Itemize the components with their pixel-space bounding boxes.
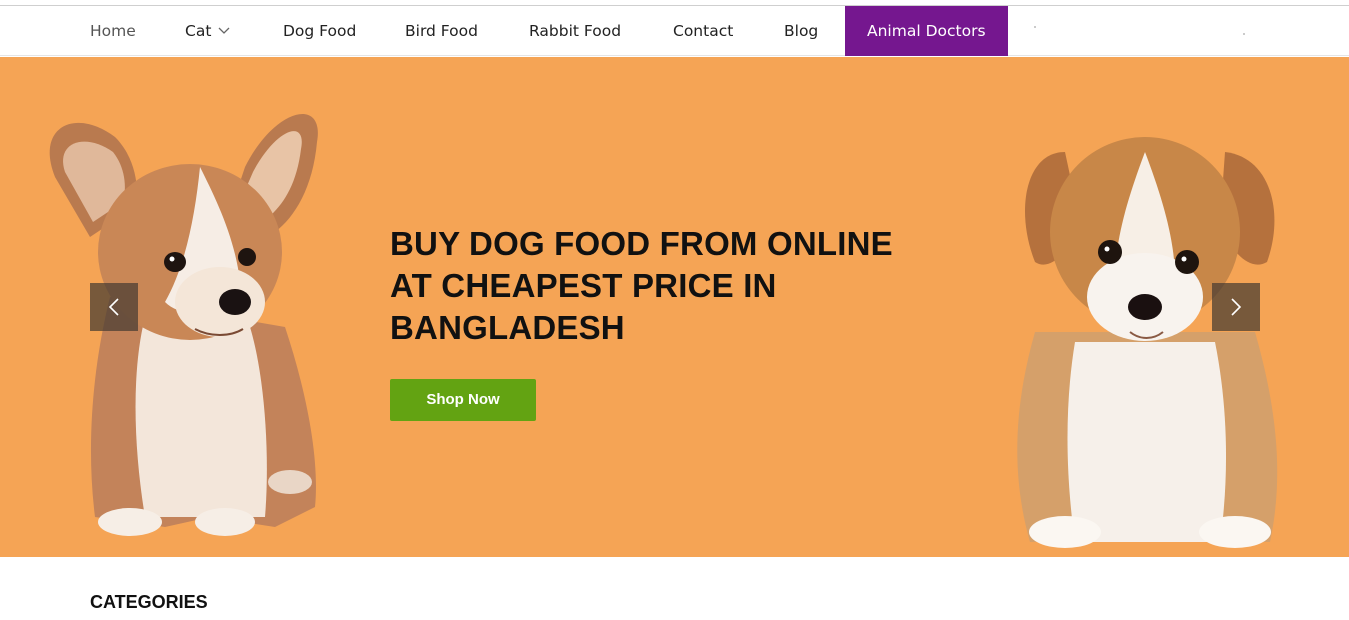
nav-animal-doctors[interactable]: Animal Doctors — [845, 6, 1008, 56]
hero-headline-line: BUY DOG FOOD FROM ONLINE — [390, 225, 893, 262]
nav-dog-food[interactable]: Dog Food — [283, 6, 356, 56]
nav-contact[interactable]: Contact — [673, 6, 733, 56]
puppy-right-image — [1017, 137, 1278, 548]
hero-slider: BUY DOG FOOD FROM ONLINE AT CHEAPEST PRI… — [0, 57, 1349, 557]
categories-heading: CATEGORIES — [90, 592, 208, 612]
main-navigation: Home Cat Dog Food Bird Food Rabbit Food … — [0, 6, 1349, 56]
nav-rabbit-food[interactable]: Rabbit Food — [529, 6, 621, 56]
hero-headline: BUY DOG FOOD FROM ONLINE AT CHEAPEST PRI… — [390, 223, 950, 349]
chevron-left-icon — [108, 298, 119, 316]
chevron-down-icon — [218, 5, 230, 55]
slider-prev-button[interactable] — [90, 283, 138, 331]
nav-home[interactable]: Home — [90, 6, 136, 56]
nav-dot — [1034, 26, 1036, 28]
shop-now-button[interactable]: Shop Now — [390, 379, 536, 421]
nav-blog[interactable]: Blog — [784, 6, 818, 56]
hero-headline-line: AT CHEAPEST PRICE IN — [390, 267, 777, 304]
slider-next-button[interactable] — [1212, 283, 1260, 331]
nav-cat[interactable]: Cat — [185, 6, 230, 56]
nav-dot — [1243, 33, 1245, 35]
hero-headline-line: BANGLADESH — [390, 309, 625, 346]
nav-bird-food[interactable]: Bird Food — [405, 6, 478, 56]
nav-cat-label: Cat — [185, 22, 212, 40]
chevron-right-icon — [1231, 298, 1242, 316]
puppy-left-image — [49, 114, 318, 536]
